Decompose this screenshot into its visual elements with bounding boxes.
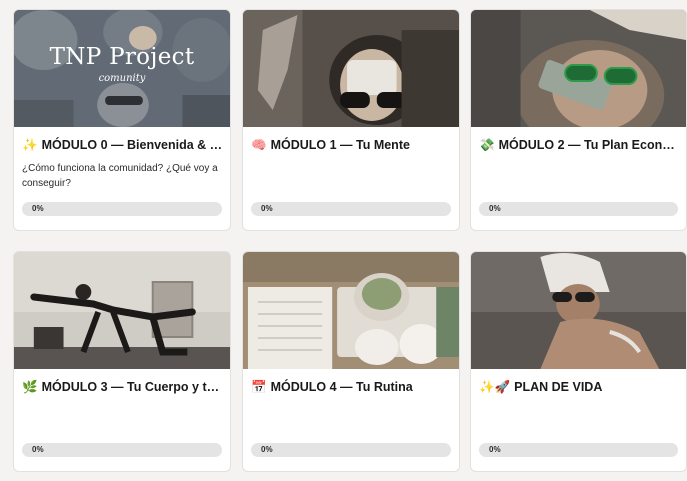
- module-title-text: MÓDULO 0 — Bienvenida & Fu…: [41, 138, 224, 152]
- logo-title: TNP Project: [49, 44, 195, 70]
- module-title-text: MÓDULO 2 — Tu Plan Económi…: [498, 138, 680, 152]
- progress-label: 0%: [261, 445, 273, 454]
- yoga-pose-image: [14, 252, 230, 369]
- progress-bar: 0%: [22, 202, 222, 216]
- module-card-5[interactable]: ✨🚀 PLAN DE VIDA 0%: [470, 251, 687, 472]
- module-thumbnail[interactable]: [471, 252, 686, 369]
- progress-bar: 0%: [251, 202, 451, 216]
- module-title-text: MÓDULO 1 — Tu Mente: [270, 138, 410, 152]
- module-thumbnail[interactable]: [243, 252, 459, 369]
- sparkles-rocket-icon: ✨🚀: [479, 379, 511, 394]
- module-title-text: MÓDULO 4 — Tu Rutina: [270, 380, 413, 394]
- module-thumbnail[interactable]: TNP Project comunity: [14, 10, 230, 127]
- progress-label: 0%: [32, 445, 44, 454]
- module-thumbnail[interactable]: [14, 252, 230, 369]
- progress-label: 0%: [489, 445, 501, 454]
- progress-bar: 0%: [251, 443, 451, 457]
- progress-bar: 0%: [479, 443, 678, 457]
- towel-sunglasses-beach-image: [471, 252, 686, 369]
- sparkles-icon: ✨: [22, 137, 38, 152]
- module-thumbnail[interactable]: [471, 10, 686, 127]
- progress-label: 0%: [32, 204, 44, 213]
- progress-label: 0%: [489, 204, 501, 213]
- money-green-sunglasses-image: [471, 10, 686, 127]
- module-title-text: PLAN DE VIDA: [514, 380, 603, 394]
- module-thumbnail[interactable]: [243, 10, 459, 127]
- calendar-icon: 📅: [251, 379, 267, 394]
- face-mask-sunglasses-image: [243, 10, 459, 127]
- progress-label: 0%: [261, 204, 273, 213]
- module-card-0[interactable]: TNP Project comunity ✨ MÓDULO 0 — Bienven…: [13, 9, 231, 231]
- progress-bar: 0%: [479, 202, 678, 216]
- module-title[interactable]: 📅 MÓDULO 4 — Tu Rutina: [251, 379, 453, 395]
- brain-icon: 🧠: [251, 137, 267, 152]
- module-title[interactable]: 🧠 MÓDULO 1 — Tu Mente: [251, 137, 453, 153]
- herb-icon: 🌿: [22, 379, 38, 394]
- planner-matcha-image: [243, 252, 459, 369]
- module-card-3[interactable]: 🌿 MÓDULO 3 — Tu Cuerpo y tu E… 0%: [13, 251, 231, 472]
- money-wings-icon: 💸: [479, 137, 495, 152]
- module-description: ¿Cómo funciona la comunidad? ¿Qué voy a …: [22, 163, 218, 189]
- module-title[interactable]: 💸 MÓDULO 2 — Tu Plan Económi…: [479, 137, 680, 153]
- module-card-4[interactable]: 📅 MÓDULO 4 — Tu Rutina 0%: [242, 251, 460, 472]
- module-title[interactable]: ✨ MÓDULO 0 — Bienvenida & Fu…: [22, 137, 224, 153]
- logo-subtitle: comunity: [98, 73, 146, 84]
- module-title[interactable]: 🌿 MÓDULO 3 — Tu Cuerpo y tu E…: [22, 379, 224, 395]
- module-title-text: MÓDULO 3 — Tu Cuerpo y tu E…: [41, 380, 224, 394]
- module-grid: TNP Project comunity ✨ MÓDULO 0 — Bienven…: [0, 0, 687, 481]
- module-title[interactable]: ✨🚀 PLAN DE VIDA: [479, 379, 680, 395]
- module-card-1[interactable]: 🧠 MÓDULO 1 — Tu Mente 0%: [242, 9, 460, 231]
- progress-bar: 0%: [22, 443, 222, 457]
- module-card-2[interactable]: 💸 MÓDULO 2 — Tu Plan Económi… 0%: [470, 9, 687, 231]
